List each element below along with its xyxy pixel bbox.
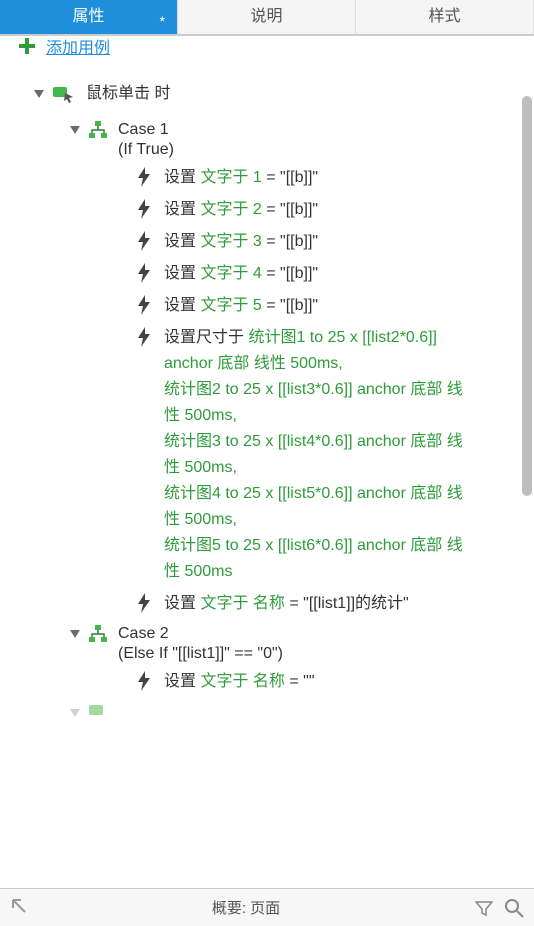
tab-style[interactable]: 样式 [356,0,534,34]
expand-caret-icon[interactable] [32,87,46,101]
scrollbar[interactable] [522,96,532,496]
scroll-area: 添加用例 鼠标单击 时 [0,36,534,888]
tab-notes-label: 说明 [250,8,282,25]
expand-caret-icon[interactable] [68,706,82,720]
tab-notes[interactable]: 说明 [178,0,356,34]
event-label: 鼠标单击 时 [86,83,170,105]
bolt-icon [136,263,152,283]
action-row[interactable]: 设置 文字于 4 = "[[b]]" [0,258,494,290]
action-row[interactable]: 设置 文字于 5 = "[[b]]" [0,290,494,322]
bolt-icon [136,167,152,187]
search-icon[interactable] [504,898,524,918]
flow-icon [88,121,108,139]
plus-icon [18,37,36,55]
bolt-icon [136,327,152,347]
case-row[interactable]: Case 1 (If True) [0,116,534,162]
action-row[interactable]: 设置 文字于 2 = "[[b]]" [0,194,494,226]
tab-properties-label: 属性 [72,8,104,25]
action-row[interactable]: 设置 文字于 1 = "[[b]]" [0,162,494,194]
case-condition: (If True) [118,141,174,159]
bolt-icon [136,295,152,315]
action-row[interactable]: 设置 文字于 名称 = "" [0,666,494,698]
case-name: Case 2 [118,623,283,645]
tab-style-label: 样式 [428,8,460,25]
expand-caret-icon[interactable] [68,627,82,641]
interactions-panel: 添加用例 鼠标单击 时 [0,36,534,888]
event-row-truncated[interactable] [0,702,534,720]
expand-caret-icon[interactable] [68,123,82,137]
action-row[interactable]: 设置 文字于 3 = "[[b]]" [0,226,494,258]
bolt-icon [136,593,152,613]
bolt-icon [136,199,152,219]
case-row[interactable]: Case 2 (Else If "[[list1]]" == "0") [0,620,534,666]
tab-properties[interactable]: 属性 * [0,0,178,34]
footer-overview-label[interactable]: 概要: 页面 [212,897,280,918]
interaction-icon [88,703,110,720]
arrow-up-left-icon[interactable] [10,897,28,919]
event-row[interactable]: 鼠标单击 时 [0,80,534,108]
bolt-icon [136,231,152,251]
action-row[interactable]: 设置尺寸于 统计图1 to 25 x [[list2*0.6]] anchor … [0,322,494,588]
bolt-icon [136,671,152,691]
flow-icon [88,625,108,643]
add-case-link[interactable]: 添加用例 [0,36,534,56]
footer-bar: 概要: 页面 [0,888,534,926]
tab-dirty-marker: * [160,4,165,38]
case-condition: (Else If "[[list1]]" == "0") [118,645,283,663]
filter-icon[interactable] [474,898,494,918]
tab-bar: 属性 * 说明 样式 [0,0,534,36]
action-row[interactable]: 设置 文字于 名称 = "[[list1]]的统计" [0,588,494,620]
add-case-label: 添加用例 [46,36,110,56]
interaction-icon [52,85,74,103]
case-name: Case 1 [118,119,174,141]
